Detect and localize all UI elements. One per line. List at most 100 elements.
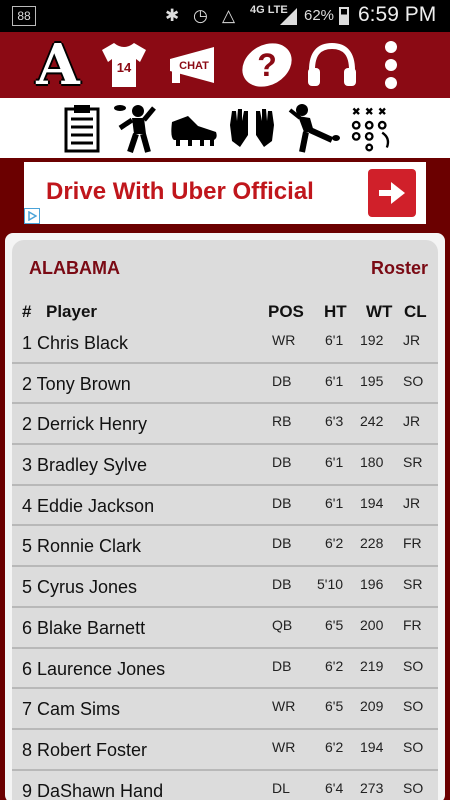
help-glyph: ? [257, 47, 277, 83]
header-class[interactable]: CL [404, 302, 427, 322]
player-class: SR [403, 454, 423, 471]
headphones-icon[interactable] [304, 37, 360, 93]
header-weight[interactable]: WT [366, 302, 392, 322]
clipboard-icon[interactable] [56, 102, 108, 154]
player-weight: 200 [360, 616, 384, 633]
player-height: 6'1 [325, 372, 344, 389]
player-name: 2 Derrick Henry [22, 414, 148, 435]
player-height: 6'1 [325, 454, 344, 471]
gloves-icon[interactable] [226, 102, 278, 154]
player-weight: 273 [360, 779, 384, 796]
player-position: DB [272, 494, 292, 511]
player-name: 2 Tony Brown [22, 373, 131, 394]
player-weight: 195 [360, 372, 384, 389]
player-name: 8 Robert Foster [22, 739, 148, 760]
notification-count-icon: 88 [12, 6, 36, 26]
player-height: 6'2 [325, 535, 344, 552]
table-row[interactable]: 4 Eddie Jackson DB 6'1 194 JR [12, 486, 438, 527]
jersey-icon[interactable]: 14 [98, 37, 150, 93]
header-position[interactable]: POS [268, 302, 304, 322]
player-height: 6'4 [325, 779, 344, 796]
player-weight: 228 [360, 535, 384, 552]
ad-choices-icon[interactable] [24, 208, 40, 224]
table-row[interactable]: 3 Bradley Sylve DB 6'1 180 SR [12, 445, 438, 486]
table-row[interactable]: 6 Laurence Jones DB 6'2 219 SO [12, 649, 438, 690]
player-class: SO [403, 779, 424, 796]
cleat-shoe-icon[interactable] [168, 102, 220, 154]
table-row[interactable]: 2 Tony Brown DB 6'1 195 SO [12, 364, 438, 405]
player-name: 9 DaShawn Hand [22, 780, 164, 800]
player-weight: 192 [360, 332, 384, 348]
player-class: FR [403, 535, 422, 552]
header-number[interactable]: # [22, 302, 31, 322]
header-height[interactable]: HT [324, 302, 347, 322]
clock: 6:59 PM [358, 3, 437, 26]
player-position: WR [272, 332, 296, 348]
table-row[interactable]: 1 Chris Black WR 6'1 192 JR [12, 323, 438, 364]
player-class: SO [403, 698, 424, 715]
player-position: DB [272, 657, 292, 674]
team-logo-icon[interactable]: A [30, 37, 86, 93]
player-class: FR [403, 616, 422, 633]
team-name: ALABAMA [29, 258, 120, 278]
player-name: 1 Chris Black [22, 333, 129, 353]
roster-title: Roster [370, 258, 428, 278]
player-position: QB [272, 616, 293, 633]
chat-label: CHAT [179, 60, 209, 72]
player-position: WR [272, 698, 296, 715]
player-weight: 209 [360, 698, 384, 715]
table-row[interactable]: 2 Derrick Henry RB 6'3 242 JR [12, 404, 438, 446]
cell-signal-icon [280, 8, 297, 25]
player-height: 6'2 [325, 657, 344, 674]
player-weight: 180 [360, 454, 384, 471]
player-height: 6'5 [325, 698, 344, 715]
player-class: JR [403, 413, 421, 430]
player-height: 6'1 [325, 494, 344, 511]
more-options-icon[interactable] [376, 37, 406, 93]
top-toolbar: A 14 CHAT ? [0, 32, 450, 98]
wifi-icon: △ [222, 6, 236, 25]
player-height: 6'5 [325, 616, 344, 633]
player-throwing-icon[interactable] [110, 102, 162, 154]
table-row[interactable]: 5 Ronnie Clark DB 6'2 228 FR [12, 526, 438, 568]
player-height: 6'1 [325, 332, 344, 348]
player-class: SO [403, 738, 424, 755]
player-position: DB [272, 535, 292, 552]
player-name: 6 Blake Barnett [22, 617, 146, 638]
player-position: DB [272, 454, 292, 471]
roster-panel: ALABAMA Roster # Player POS HT WT CL 1 C… [12, 240, 438, 800]
table-row[interactable]: 7 Cam Sims WR 6'5 209 SO [12, 689, 438, 730]
kicker-icon[interactable] [288, 102, 340, 154]
player-position: DB [272, 576, 292, 593]
chat-megaphone-icon[interactable]: CHAT [166, 37, 224, 93]
player-name: 5 Ronnie Clark [22, 536, 142, 557]
table-row[interactable]: 6 Blake Barnett QB 6'5 200 FR [12, 608, 438, 649]
alarm-icon: ◷ [193, 6, 208, 25]
player-name: 5 Cyrus Jones [22, 577, 138, 598]
ad-arrow-button[interactable] [368, 169, 416, 217]
player-weight: 242 [360, 413, 384, 430]
arrow-right-icon [379, 182, 405, 204]
player-name: 3 Bradley Sylve [22, 455, 148, 476]
playbook-diagram-icon[interactable] [346, 102, 398, 154]
player-position: WR [272, 738, 296, 755]
table-row[interactable]: 5 Cyrus Jones DB 5'10 196 SR [12, 567, 438, 608]
player-height: 6'2 [325, 738, 344, 755]
jersey-number: 14 [117, 60, 132, 75]
bluetooth-icon: ✱ [165, 6, 180, 25]
player-name: 6 Laurence Jones [22, 658, 166, 679]
player-position: DB [272, 372, 292, 389]
player-class: JR [403, 494, 421, 511]
help-football-icon[interactable]: ? [240, 37, 294, 93]
ad-banner[interactable]: Drive With Uber Official [24, 162, 426, 224]
player-weight: 196 [360, 576, 384, 593]
player-position: DL [272, 779, 290, 796]
player-class: SO [403, 657, 424, 674]
player-class: SO [403, 372, 424, 389]
table-row[interactable]: 8 Robert Foster WR 6'2 194 SO [12, 730, 438, 771]
ad-title[interactable]: Drive With Uber Official [46, 178, 314, 206]
header-player[interactable]: Player [46, 302, 97, 322]
player-weight: 219 [360, 657, 384, 674]
player-class: JR [403, 332, 421, 348]
table-row[interactable]: 9 DaShawn Hand DL 6'4 273 SO [12, 771, 438, 800]
